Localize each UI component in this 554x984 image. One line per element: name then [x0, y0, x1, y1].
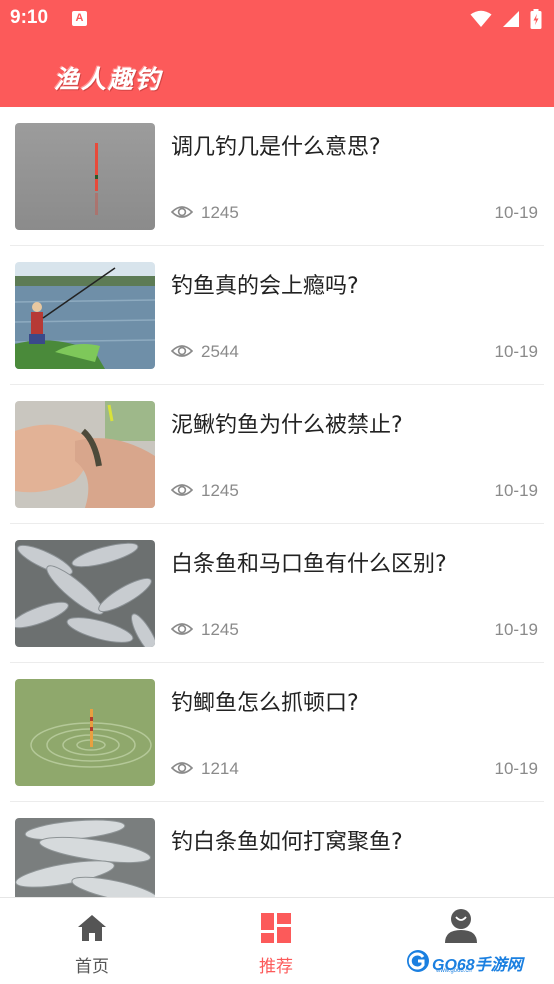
user-icon	[445, 909, 477, 943]
article-date: 10-19	[494, 481, 538, 500]
home-icon	[78, 915, 106, 941]
watermark-logo: GO68手游网 www.go68.cn	[406, 947, 523, 975]
article-thumbnail[interactable]	[15, 540, 155, 647]
eye-icon	[171, 345, 193, 357]
notification-icon: A	[72, 11, 87, 26]
tab-home-label: 首页	[75, 957, 109, 977]
view-count: 1214	[201, 759, 239, 778]
article-title[interactable]: 泥鳅钓鱼为什么被禁止?	[171, 407, 403, 439]
tab-recommend[interactable]: 推荐	[184, 898, 368, 984]
article-thumbnail[interactable]	[15, 123, 155, 230]
article-title[interactable]: 调几钓几是什么意思?	[171, 129, 381, 161]
article-date: 10-19	[494, 342, 538, 361]
article-thumbnail[interactable]	[15, 818, 155, 897]
article-thumbnail[interactable]	[15, 679, 155, 786]
article-item[interactable]: 钓鲫鱼怎么抓顿口? 1214 10-19	[0, 663, 554, 802]
article-item[interactable]: 钓白条鱼如何打窝聚鱼?	[0, 802, 554, 897]
article-list[interactable]: 调几钓几是什么意思? 1245 10-19 钓鱼真的会上瘾吗? 2544 10-…	[0, 107, 554, 897]
article-date: 10-19	[494, 759, 538, 778]
signal-icon	[503, 11, 519, 27]
view-count: 1245	[201, 481, 239, 500]
article-thumbnail[interactable]	[15, 262, 155, 369]
article-title[interactable]: 白条鱼和马口鱼有什么区别?	[171, 546, 447, 578]
app-title: 渔人趣钓	[54, 65, 163, 94]
watermark-icon	[407, 950, 429, 972]
article-item[interactable]: 泥鳅钓鱼为什么被禁止? 1245 10-19	[0, 385, 554, 524]
watermark-sub: www.go68.cn	[436, 968, 472, 974]
tab-home[interactable]: 首页	[0, 898, 184, 984]
view-count: 1245	[201, 203, 239, 222]
article-item[interactable]: 白条鱼和马口鱼有什么区别? 1245 10-19	[0, 524, 554, 663]
status-bar: 9:10 A	[0, 0, 554, 38]
system-icons	[470, 8, 542, 30]
tab-recommend-label: 推荐	[259, 957, 293, 977]
article-date: 10-19	[494, 203, 538, 222]
article-title[interactable]: 钓白条鱼如何打窝聚鱼?	[171, 824, 403, 856]
grid-icon	[261, 913, 291, 943]
status-time: 9:10	[10, 7, 49, 28]
app-header: 9:10 A 渔人趣钓	[0, 0, 554, 107]
eye-icon	[171, 484, 193, 496]
battery-icon	[530, 9, 542, 29]
article-thumbnail[interactable]	[15, 401, 155, 508]
wifi-icon	[470, 10, 492, 27]
article-title[interactable]: 钓鱼真的会上瘾吗?	[171, 268, 359, 300]
article-date: 10-19	[494, 620, 538, 639]
eye-icon	[171, 206, 193, 218]
view-count: 2544	[201, 342, 239, 361]
eye-icon	[171, 762, 193, 774]
article-item[interactable]: 调几钓几是什么意思? 1245 10-19	[0, 107, 554, 246]
article-title[interactable]: 钓鲫鱼怎么抓顿口?	[171, 685, 359, 717]
eye-icon	[171, 623, 193, 635]
article-item[interactable]: 钓鱼真的会上瘾吗? 2544 10-19	[0, 246, 554, 385]
view-count: 1245	[201, 620, 239, 639]
